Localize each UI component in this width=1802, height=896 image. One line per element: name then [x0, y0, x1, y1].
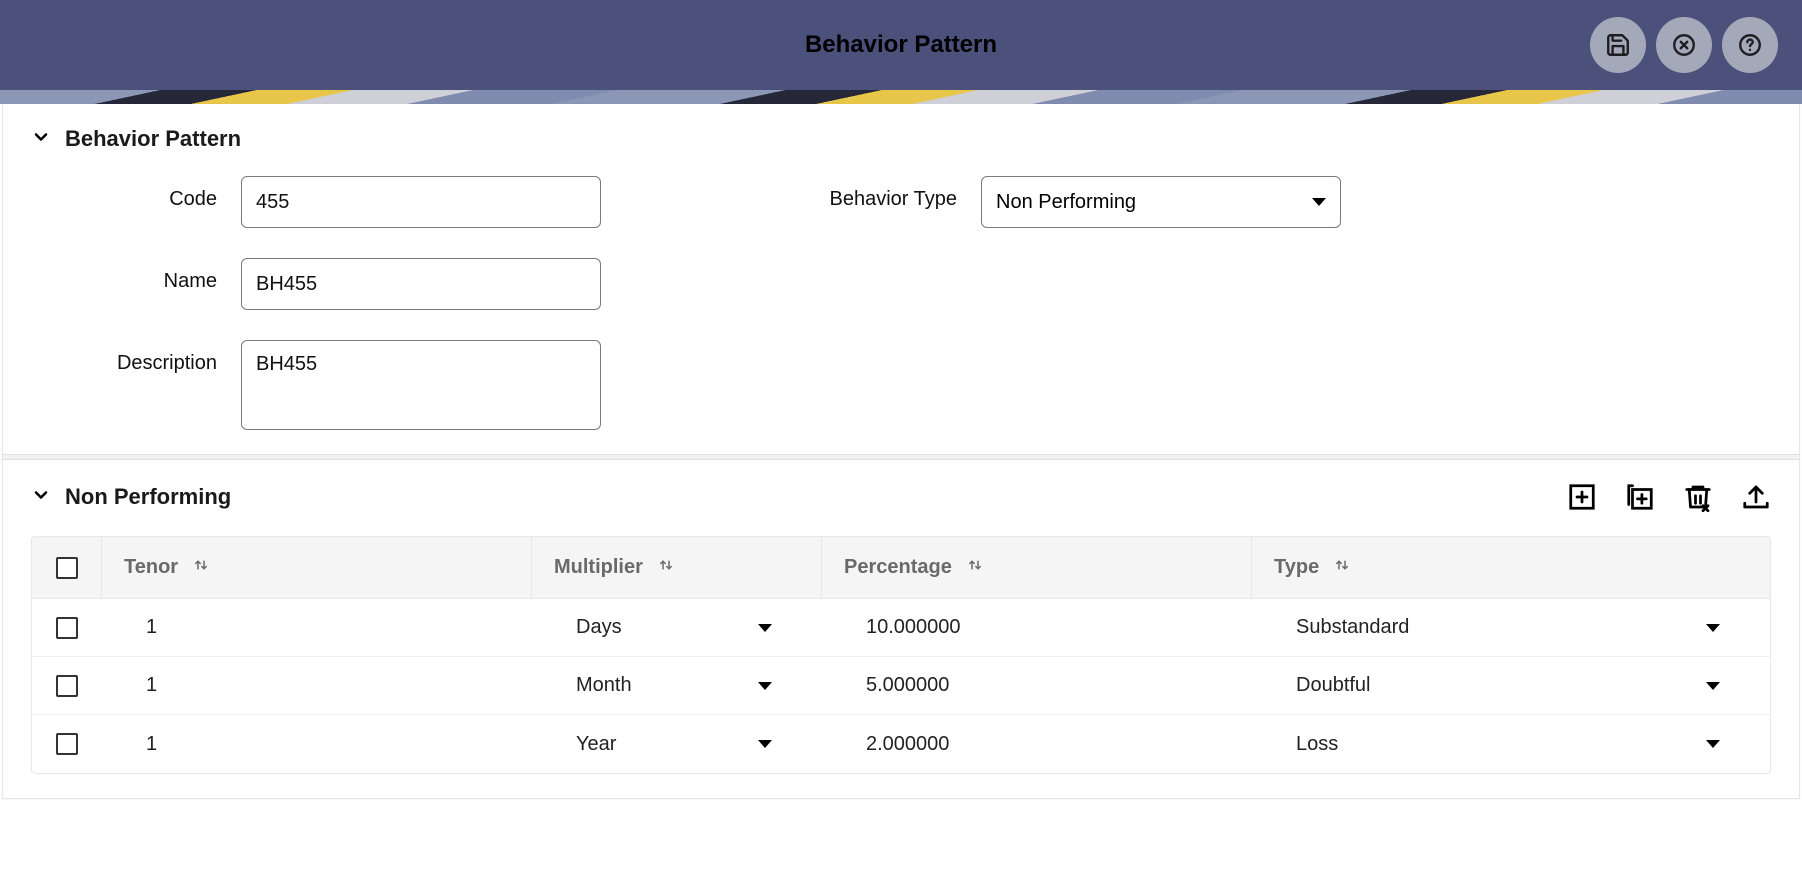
table-header: Tenor Multiplier Percentage: [32, 537, 1770, 599]
col-header-type[interactable]: Type: [1252, 537, 1770, 598]
cell-type-select[interactable]: Loss: [1252, 715, 1770, 773]
section2-title: Non Performing: [65, 484, 231, 510]
chevron-down-icon: [1706, 682, 1720, 690]
add-multi-row-button[interactable]: [1625, 482, 1655, 512]
page-title: Behavior Pattern: [805, 31, 997, 59]
cell-percentage-value: 2.000000: [866, 733, 949, 756]
col-header-percentage-label: Percentage: [844, 556, 952, 579]
plus-box-stack-icon: [1625, 482, 1655, 512]
cell-multiplier-value: Days: [576, 616, 622, 639]
label-behavior-type: Behavior Type: [761, 176, 981, 211]
chevron-down-icon: [1312, 198, 1326, 206]
cell-percentage[interactable]: 2.000000: [822, 715, 1252, 773]
sort-icon: [966, 556, 984, 580]
sort-icon: [1333, 556, 1351, 580]
sort-icon: [657, 556, 675, 580]
table-toolbar: [1567, 482, 1771, 512]
delete-row-button[interactable]: [1683, 482, 1713, 512]
plus-box-icon: [1567, 482, 1597, 512]
table-body: 1 Days 10.000000 Substandard 1 Month 5.000000 D…: [32, 599, 1770, 773]
chevron-down-icon: [758, 682, 772, 690]
help-icon: [1737, 32, 1763, 58]
cell-tenor[interactable]: 1: [102, 657, 532, 714]
cell-type-select[interactable]: Substandard: [1252, 599, 1770, 656]
cell-multiplier-value: Month: [576, 674, 632, 697]
chevron-down-icon: [758, 740, 772, 748]
add-row-button[interactable]: [1567, 482, 1597, 512]
col-header-multiplier-label: Multiplier: [554, 556, 643, 579]
close-circle-icon: [1671, 32, 1697, 58]
code-input[interactable]: [241, 176, 601, 228]
label-code: Code: [31, 176, 241, 211]
cell-tenor[interactable]: 1: [102, 599, 532, 656]
cell-multiplier-select[interactable]: Days: [532, 599, 822, 656]
save-icon: [1605, 32, 1631, 58]
section-behavior-pattern: Behavior Pattern Code Behavior Type Non …: [3, 104, 1799, 454]
col-header-tenor[interactable]: Tenor: [102, 537, 532, 598]
cell-multiplier-value: Year: [576, 733, 616, 756]
label-description: Description: [31, 340, 241, 375]
upload-button[interactable]: [1741, 482, 1771, 512]
section-title: Behavior Pattern: [65, 126, 241, 152]
header-actions: [1590, 17, 1778, 73]
cell-percentage[interactable]: 5.000000: [822, 657, 1252, 714]
cell-multiplier-select[interactable]: Month: [532, 657, 822, 714]
cell-percentage[interactable]: 10.000000: [822, 599, 1252, 656]
cell-type-select[interactable]: Doubtful: [1252, 657, 1770, 714]
row-checkbox[interactable]: [56, 675, 78, 697]
cell-tenor-value: 1: [146, 674, 157, 697]
cell-type-value: Doubtful: [1296, 674, 1371, 697]
chevron-down-icon: [31, 485, 51, 510]
sort-icon: [192, 556, 210, 580]
chevron-down-icon: [1706, 624, 1720, 632]
section-header[interactable]: Behavior Pattern: [31, 126, 1771, 152]
upload-icon: [1741, 482, 1771, 512]
non-performing-table: Tenor Multiplier Percentage: [31, 536, 1771, 774]
col-header-multiplier[interactable]: Multiplier: [532, 537, 822, 598]
behavior-type-value: Non Performing: [996, 191, 1136, 214]
help-button[interactable]: [1722, 17, 1778, 73]
col-header-percentage[interactable]: Percentage: [822, 537, 1252, 598]
col-header-tenor-label: Tenor: [124, 556, 178, 579]
section-non-performing: Non Performing: [3, 460, 1799, 798]
cell-percentage-value: 10.000000: [866, 616, 961, 639]
behavior-type-select[interactable]: Non Performing: [981, 176, 1341, 228]
cell-multiplier-select[interactable]: Year: [532, 715, 822, 773]
cell-type-value: Loss: [1296, 733, 1338, 756]
cell-tenor-value: 1: [146, 616, 157, 639]
cell-percentage-value: 5.000000: [866, 674, 949, 697]
cell-tenor-value: 1: [146, 733, 157, 756]
label-name: Name: [31, 258, 241, 293]
table-row: 1 Month 5.000000 Doubtful: [32, 657, 1770, 715]
table-row: 1 Year 2.000000 Loss: [32, 715, 1770, 773]
row-checkbox[interactable]: [56, 733, 78, 755]
chevron-down-icon: [31, 127, 51, 152]
select-all-checkbox[interactable]: [56, 557, 78, 579]
col-header-type-label: Type: [1274, 556, 1319, 579]
row-checkbox[interactable]: [56, 617, 78, 639]
name-input[interactable]: [241, 258, 601, 310]
form-grid: Code Behavior Type Non Performing Name D…: [31, 176, 1771, 430]
section2-header-toggle[interactable]: Non Performing: [31, 484, 231, 510]
description-input[interactable]: [241, 340, 601, 430]
cell-type-value: Substandard: [1296, 616, 1409, 639]
save-button[interactable]: [1590, 17, 1646, 73]
main-card: Behavior Pattern Code Behavior Type Non …: [2, 104, 1800, 799]
chevron-down-icon: [1706, 740, 1720, 748]
cancel-button[interactable]: [1656, 17, 1712, 73]
page-header: Behavior Pattern: [0, 0, 1802, 90]
chevron-down-icon: [758, 624, 772, 632]
trash-icon: [1683, 482, 1713, 512]
table-row: 1 Days 10.000000 Substandard: [32, 599, 1770, 657]
cell-tenor[interactable]: 1: [102, 715, 532, 773]
decorative-strip: [0, 90, 1802, 104]
